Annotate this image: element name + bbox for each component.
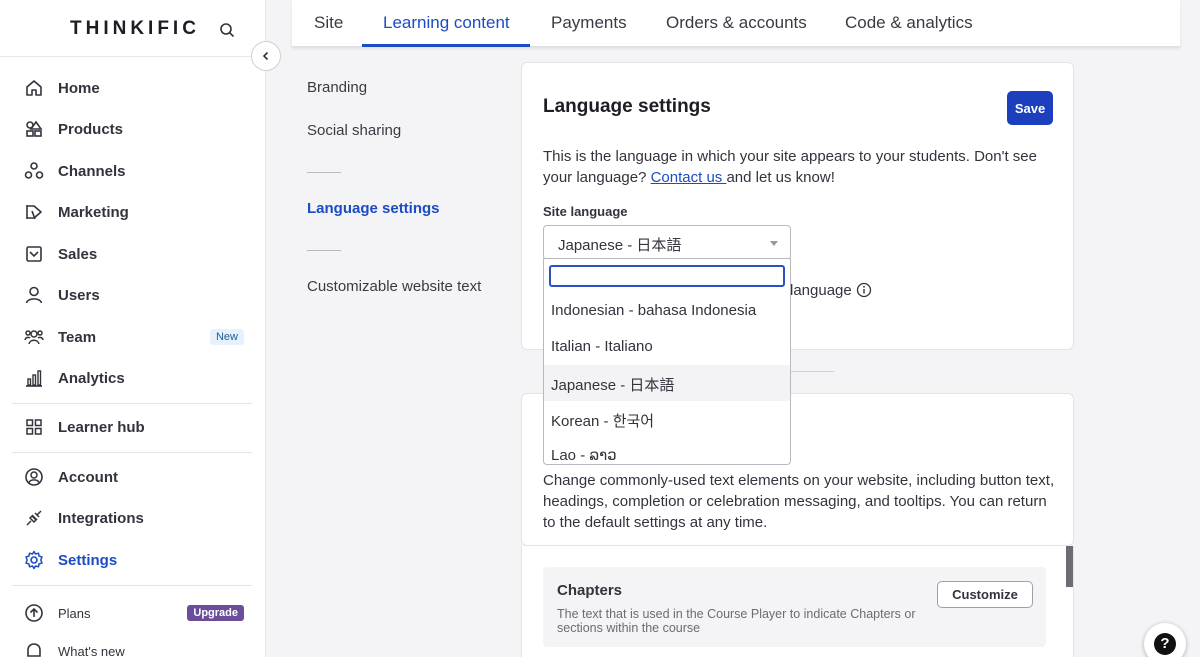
account-icon [25,468,43,486]
tab-site[interactable]: Site [314,13,343,33]
sidebar-item-home[interactable]: Home [24,73,246,103]
chapters-description: The text that is used in the Course Play… [557,607,916,635]
sidebar-item-whats-new[interactable]: What's new [24,636,246,657]
subnav-divider [307,250,341,251]
language-option[interactable]: Indonesian - bahasa Indonesia [544,293,790,329]
sidebar-item-users[interactable]: Users [24,280,246,310]
sidebar: THINKIFIC Home Products Channels Marketi… [0,0,266,657]
grid-icon [26,419,42,435]
sidebar-item-account[interactable]: Account [24,462,246,492]
sidebar-item-label: Channels [58,162,126,180]
tab-code-analytics[interactable]: Code & analytics [845,13,973,33]
sidebar-item-label: Marketing [58,203,129,221]
analytics-icon [26,370,42,387]
subnav-branding[interactable]: Branding [307,79,367,96]
products-icon [26,120,43,137]
active-tab-indicator [362,44,530,47]
info-icon[interactable] [856,282,872,298]
gear-icon [25,550,43,570]
sidebar-item-label: Account [58,468,118,486]
selected-language: Japanese - 日本語 [558,237,682,254]
caret-down-icon [770,241,778,246]
text-elements-panel: Chapters The text that is used in the Co… [521,546,1074,657]
question-icon: ? [1154,633,1176,655]
thinkific-logo[interactable]: THINKIFIC [70,18,200,40]
sales-icon [26,246,42,262]
channels-icon [24,162,44,179]
language-description: This is the language in which your site … [543,146,1053,188]
language-option[interactable]: Lao - ລາວ [544,437,790,464]
save-button[interactable]: Save [1007,91,1053,125]
sidebar-item-settings[interactable]: Settings [24,545,246,575]
language-option-label: language [790,282,852,299]
language-settings-title: Language settings [543,96,711,117]
site-language-select[interactable]: Japanese - 日本語 [543,225,791,260]
chevron-left-icon [262,51,269,61]
tab-orders-accounts[interactable]: Orders & accounts [666,13,807,33]
sidebar-divider [12,403,252,404]
subnav-social-sharing[interactable]: Social sharing [307,122,401,139]
bell-icon [27,643,41,657]
new-badge: New [209,329,244,345]
subnav-language-settings[interactable]: Language settings [307,200,440,217]
sidebar-item-learner-hub[interactable]: Learner hub [24,412,246,442]
language-option-selected[interactable]: Japanese - 日本語 [544,365,790,401]
upgrade-badge[interactable]: Upgrade [187,605,244,621]
contact-us-link[interactable]: Contact us [651,169,727,186]
sidebar-item-label: Settings [58,551,118,569]
subnav-customizable-text[interactable]: Customizable website text [307,278,481,295]
sidebar-item-analytics[interactable]: Analytics [24,363,246,393]
subnav-divider [307,172,341,173]
help-button[interactable]: ? [1144,623,1186,657]
chapters-row: Chapters The text that is used in the Co… [543,567,1046,647]
sidebar-item-label: Team [58,328,97,346]
team-icon [24,330,44,345]
upload-circle-icon [25,604,43,622]
sidebar-item-label: Integrations [58,509,144,527]
sidebar-item-channels[interactable]: Channels [24,156,246,186]
user-icon [25,286,43,304]
sidebar-item-integrations[interactable]: Integrations [24,503,246,533]
plug-icon [26,510,42,526]
sidebar-divider [12,585,252,586]
customizable-text-description: Change commonly-used text elements on yo… [543,472,1055,531]
collapse-sidebar-button[interactable] [251,41,281,71]
customize-button[interactable]: Customize [937,581,1033,608]
description-text: and let us know! [726,169,835,186]
sidebar-divider [12,452,252,453]
site-language-label: Site language [543,204,628,219]
chapters-title: Chapters [557,582,623,599]
sidebar-item-team[interactable]: Team New [24,322,246,352]
section-divider [790,371,834,372]
sidebar-item-plans[interactable]: Plans Upgrade [24,598,246,628]
logo-row: THINKIFIC [0,0,265,57]
sidebar-item-products[interactable]: Products [24,114,246,144]
sidebar-item-label: Sales [58,245,98,263]
language-search-input[interactable] [549,265,785,287]
home-icon [26,80,42,96]
sidebar-item-label: What's new [58,643,125,657]
sidebar-item-label: Products [58,120,124,138]
language-dropdown: Indonesian - bahasa Indonesia Italian - … [543,258,791,465]
tab-learning-content[interactable]: Learning content [383,13,510,33]
scrollbar-thumb[interactable] [1066,546,1073,587]
sidebar-item-label: Home [58,79,100,97]
megaphone-icon [26,205,42,220]
tab-payments[interactable]: Payments [551,13,627,33]
search-icon[interactable] [219,22,235,38]
language-option[interactable]: Italian - Italiano [544,329,790,365]
sidebar-item-marketing[interactable]: Marketing [24,197,246,227]
sidebar-item-label: Plans [58,605,91,621]
sidebar-item-label: Learner hub [58,418,145,436]
sidebar-item-label: Users [58,286,100,304]
sidebar-item-sales[interactable]: Sales [24,239,246,269]
sidebar-item-label: Analytics [58,369,125,387]
language-option[interactable]: Korean - 한국어 [544,401,790,437]
